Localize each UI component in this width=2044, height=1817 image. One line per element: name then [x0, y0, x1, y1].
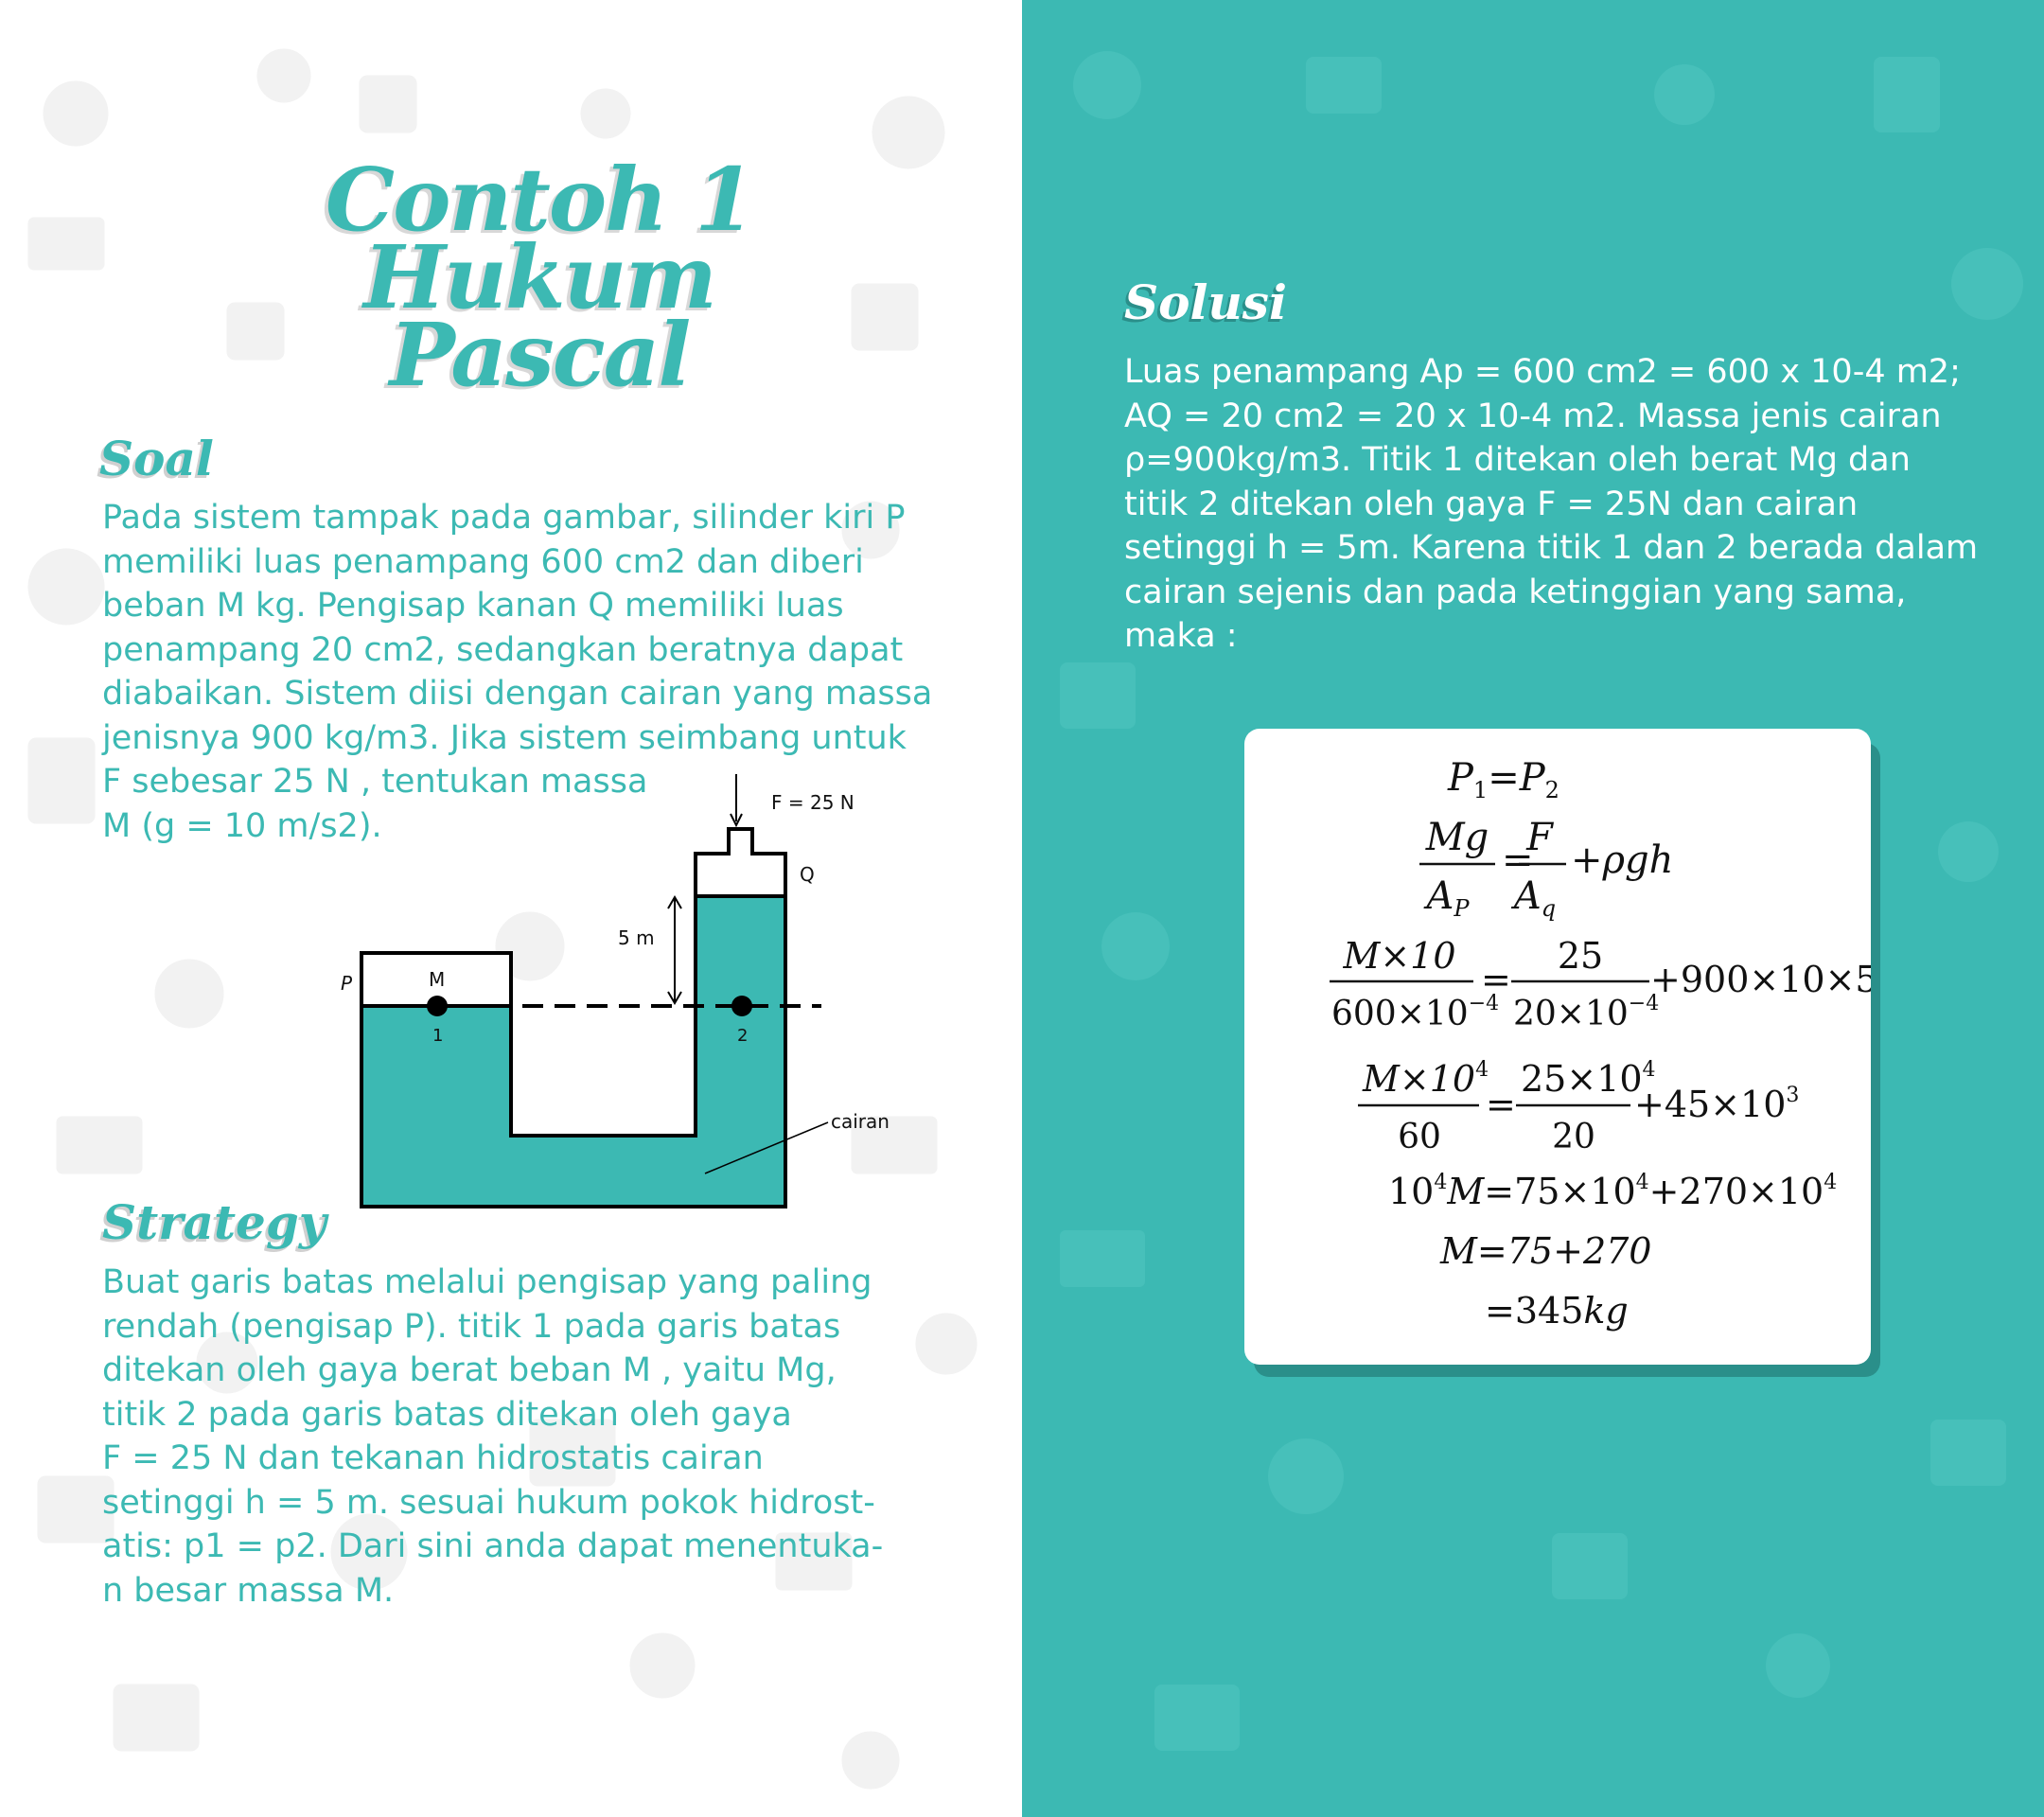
f-l5-d: +270×10	[1649, 1171, 1824, 1212]
strategy-line: rendah (pengisap P). titik 1 pada garis …	[102, 1307, 841, 1346]
soal-line: Pada sistem tampak pada gambar, silinder…	[102, 499, 906, 537]
f-l4-n2: 25×10	[1521, 1058, 1643, 1100]
f-l5-a: 10	[1388, 1171, 1434, 1212]
svg-text:600×10−4: 600×10−4	[1331, 992, 1499, 1033]
f-l5-d-sup: 4	[1824, 1171, 1837, 1194]
strategy-line: n besar massa M.	[102, 1571, 395, 1610]
f-l2-n2: F	[1525, 816, 1554, 859]
force-label: F = 25 N	[771, 791, 855, 814]
solusi-line: setinggi h = 5m. Karena titik 1 dan 2 be…	[1124, 529, 1979, 567]
f-l3-tail: +900×10×5	[1650, 959, 1871, 1000]
svg-text:AP: AP	[1422, 874, 1470, 922]
soal-line: jenisnya 900 kg/m3. Jika sistem seimbang…	[102, 718, 907, 757]
formula-line-6: M=75+270	[1439, 1230, 1651, 1272]
f-l4-n2-sup: 4	[1643, 1058, 1656, 1082]
solusi-line: ρ=900kg/m3. Titik 1 ditekan oleh berat M…	[1124, 441, 1911, 479]
soal-line: penampang 20 cm2, sedangkan beratnya dap…	[102, 630, 904, 669]
solusi-line: titik 2 ditekan oleh gaya F = 25N dan ca…	[1124, 485, 1859, 523]
f-l3-d1: 600×10	[1331, 995, 1469, 1033]
strategy-line: titik 2 pada garis batas ditekan oleh ga…	[102, 1395, 792, 1434]
solusi-line: Luas penampang Ap = 600 cm2 = 600 x 10-4…	[1124, 353, 1961, 391]
f-l7-text: =345	[1485, 1290, 1583, 1332]
f-l3-n2: 25	[1558, 935, 1603, 977]
svg-text:P1=P2: P1=P2	[1447, 756, 1559, 803]
strategy-line: setinggi h = 5 m. sesuai hukum pokok hid…	[102, 1483, 875, 1522]
f-l4-d1: 60	[1398, 1118, 1441, 1156]
formula-card: P1=P2 Mg AP = F Aq +ρgh M×10 600×10−4 = …	[1244, 729, 1871, 1365]
f-l3-n1: M×10	[1342, 935, 1455, 977]
f-l5-c: =75×10	[1484, 1171, 1635, 1212]
f-l2-tail: +ρgh	[1571, 838, 1673, 882]
solusi-heading: Solusi	[1124, 274, 1287, 330]
svg-text:M×104: M×104	[1362, 1058, 1489, 1100]
f-l2-d2: A	[1510, 874, 1542, 918]
formula-line-2: Mg AP = F Aq +ρgh	[1419, 816, 1673, 922]
svg-text:+45×103: +45×103	[1634, 1084, 1799, 1125]
f-l4-n1: M×10	[1362, 1058, 1475, 1100]
svg-text:104M=75×104+270×104: 104M=75×104+270×104	[1388, 1171, 1837, 1212]
f-l2-d2-sub: q	[1542, 895, 1556, 922]
formula-line-1: P1=P2	[1447, 756, 1559, 803]
fluid-fill	[361, 896, 785, 1207]
formula-line-4: M×104 60 = 25×104 20 +45×103	[1358, 1058, 1799, 1156]
f-l2-d1-sub: P	[1453, 895, 1470, 922]
solusi-text: Luas penampang Ap = 600 cm2 = 600 x 10-4…	[1124, 350, 2018, 659]
m-label: M	[429, 968, 445, 991]
formula: P1=P2 Mg AP = F Aq +ρgh M×10 600×10−4 = …	[1330, 756, 1871, 1332]
f-l1-lhs: P	[1447, 756, 1474, 800]
svg-text:20×10−4: 20×10−4	[1513, 992, 1659, 1033]
point-1-label: 1	[432, 1026, 443, 1046]
strategy-text: Buat garis batas melalui pengisap yang p…	[102, 1261, 884, 1613]
svg-text:Aq: Aq	[1510, 874, 1556, 922]
soal-heading: Soal	[99, 431, 214, 486]
f-l1-rhs-sub: 2	[1545, 777, 1559, 803]
page-title: Contoh 1 Hukum Pascal	[312, 156, 766, 398]
f-l4-n1-sup: 4	[1475, 1058, 1489, 1082]
height-label: 5 m	[618, 926, 655, 949]
f-l7-unit: kg	[1583, 1290, 1628, 1332]
pascal-diagram: F = 25 N Q 5 m P M 1 2 cairan	[341, 774, 890, 1208]
f-l4-d2: 20	[1552, 1118, 1595, 1156]
f-l1-rhs: P	[1519, 756, 1546, 800]
f-l2-n1: Mg	[1425, 816, 1489, 859]
strategy-line: F = 25 N dan tekanan hidrostatis cairan	[102, 1439, 764, 1477]
f-l4-tail-sup: 3	[1786, 1084, 1799, 1107]
f-l5-b: M	[1446, 1171, 1485, 1212]
point-1	[427, 996, 448, 1016]
solusi-line: cairan sejenis dan pada ketinggian yang …	[1124, 573, 1907, 611]
formula-line-3: M×10 600×10−4 = 25 20×10−4 +900×10×5	[1330, 935, 1871, 1033]
strategy-line: Buat garis batas melalui pengisap yang p…	[102, 1263, 872, 1301]
f-l1-eq: =	[1488, 756, 1520, 800]
q-label: Q	[800, 863, 815, 886]
f-l1-lhs-sub: 1	[1473, 777, 1488, 803]
f-l3-d2: 20×10	[1513, 995, 1629, 1033]
left-panel: Contoh 1 Hukum Pascal Soal Pada sistem t…	[0, 0, 1022, 1817]
f-l3-eq: =	[1481, 959, 1511, 1000]
fluid-label: cairan	[831, 1110, 890, 1133]
soal-line: diabaikan. Sistem diisi dengan cairan ya…	[102, 675, 933, 713]
formula-line-5: 104M=75×104+270×104	[1388, 1171, 1837, 1212]
point-2	[731, 996, 752, 1016]
f-l4-tail: +45×10	[1634, 1084, 1786, 1125]
formula-line-7: =345kg	[1485, 1290, 1629, 1332]
point-2-label: 2	[737, 1026, 748, 1046]
solusi-line: AQ = 20 cm2 = 20 x 10-4 m2. Massa jenis …	[1124, 397, 1942, 435]
p-label: P	[341, 972, 353, 995]
f-l5-a-sup: 4	[1434, 1171, 1447, 1194]
piston-q	[694, 827, 787, 898]
strategy-line: ditekan oleh gaya berat beban M , yaitu …	[102, 1351, 837, 1389]
f-l2-d1: A	[1422, 874, 1454, 918]
solusi-line: maka :	[1124, 617, 1238, 655]
f-l5-c-sup: 4	[1636, 1171, 1649, 1194]
soal-line: beban M kg. Pengisap kanan Q memiliki lu…	[102, 587, 844, 625]
strategy-heading: Strategy	[102, 1194, 326, 1250]
f-l4-eq: =	[1486, 1084, 1516, 1125]
strategy-line: atis: p1 = p2. Dari sini anda dapat mene…	[102, 1527, 884, 1565]
soal-line: memiliki luas penampang 600 cm2 dan dibe…	[102, 542, 864, 581]
